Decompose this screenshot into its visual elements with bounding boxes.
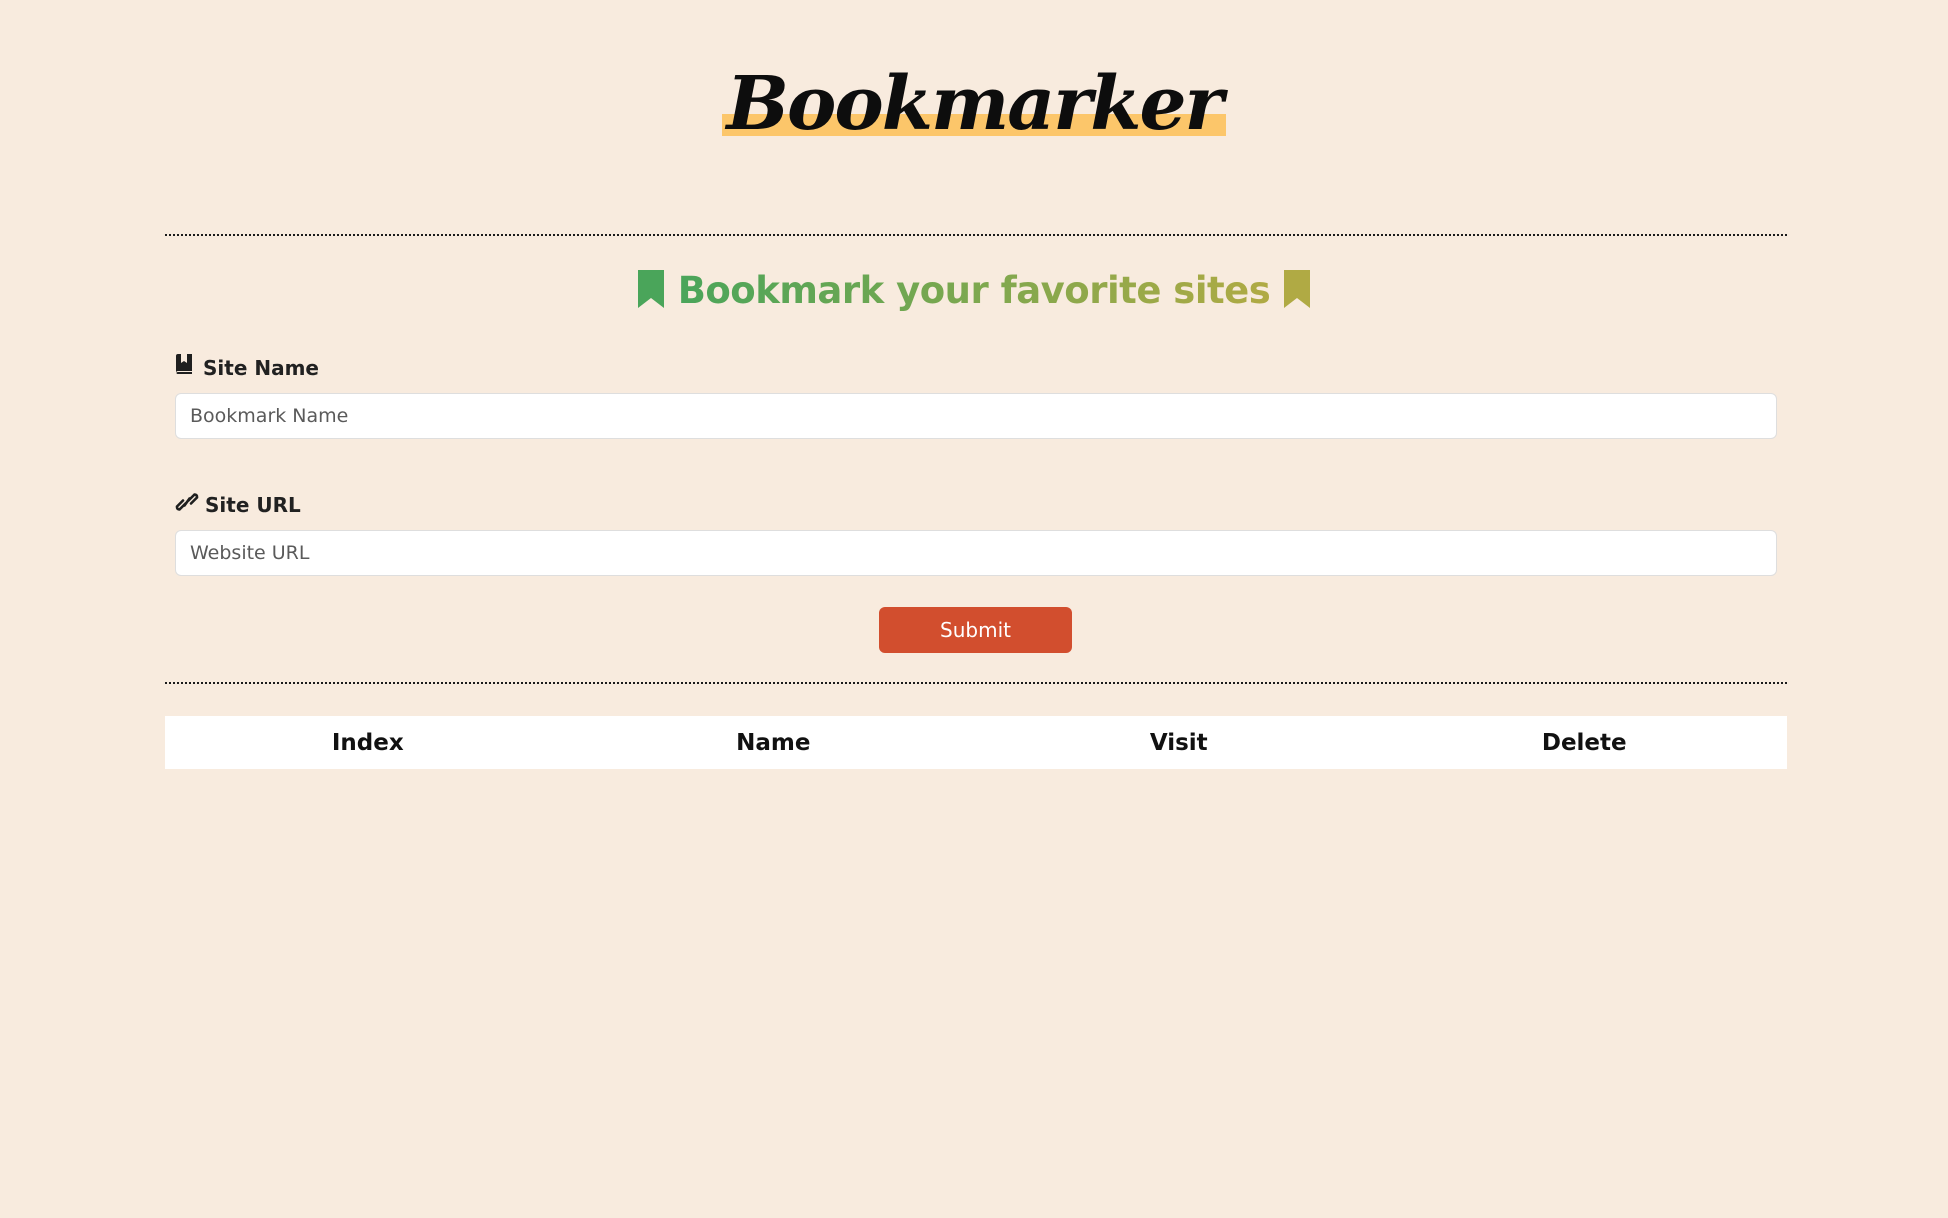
site-name-label: Site Name — [175, 354, 319, 381]
column-header-name: Name — [736, 729, 811, 756]
site-url-label: Site URL — [175, 491, 301, 518]
site-url-label-text: Site URL — [205, 492, 301, 517]
book-bookmark-icon — [175, 354, 193, 381]
column-header-index: Index — [331, 729, 404, 756]
tagline-text: Bookmark your favorite sites — [678, 266, 1271, 316]
page: Bookmarker Bookmark your favorite sites … — [0, 0, 1948, 1218]
app-logo-title: Bookmarker — [722, 62, 1226, 146]
site-url-input[interactable] — [175, 530, 1777, 576]
bottom-divider — [165, 682, 1787, 684]
logo-wrap: Bookmarker — [0, 62, 1948, 146]
link-icon — [175, 491, 199, 518]
bookmark-icon — [636, 269, 666, 313]
site-name-input[interactable] — [175, 393, 1777, 439]
bookmark-icon — [1282, 269, 1312, 313]
column-header-delete: Delete — [1541, 729, 1627, 756]
top-divider — [165, 234, 1787, 236]
submit-button[interactable]: Submit — [879, 607, 1072, 653]
bookmarks-table-header: Index Name Visit Delete — [165, 716, 1787, 769]
tagline: Bookmark your favorite sites — [0, 266, 1948, 316]
column-header-visit: Visit — [1149, 729, 1208, 756]
site-name-label-text: Site Name — [203, 355, 319, 380]
